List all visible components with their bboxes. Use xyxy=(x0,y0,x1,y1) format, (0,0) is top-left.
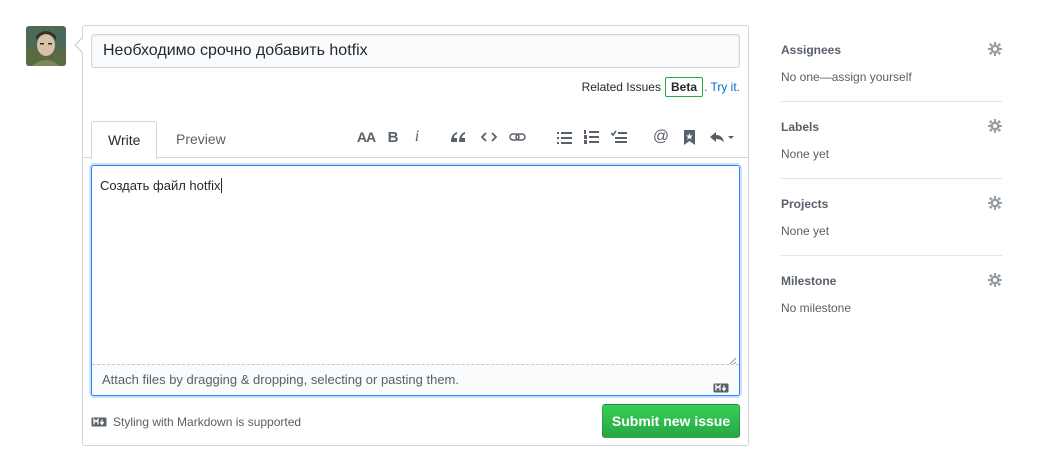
comment-body-textarea[interactable]: Создать файл hotfix xyxy=(92,166,739,364)
italic-glyph: i xyxy=(414,128,420,145)
sidebar-projects: Projects None yet xyxy=(781,179,1002,256)
italic-icon[interactable]: i xyxy=(406,126,428,148)
beta-badge: Beta xyxy=(664,77,703,97)
assignees-title[interactable]: Assignees xyxy=(781,43,841,57)
bold-glyph: B xyxy=(387,128,399,146)
markdown-support-note: Styling with Markdown is supported xyxy=(91,414,301,430)
related-issues: Related Issues Beta . Try it. xyxy=(582,77,740,97)
tab-write[interactable]: Write xyxy=(91,121,158,159)
mention-icon[interactable]: @ xyxy=(650,126,672,148)
issue-sidebar: Assignees No one—assign yourself Labels … xyxy=(781,25,1002,333)
saved-reply-icon[interactable] xyxy=(678,126,700,148)
related-issues-label: Related Issues xyxy=(581,80,661,94)
labels-title[interactable]: Labels xyxy=(781,120,819,134)
attach-files-bar[interactable]: Attach files by dragging & dropping, sel… xyxy=(92,364,739,395)
tab-preview[interactable]: Preview xyxy=(160,121,242,158)
markdown-note-icon xyxy=(91,417,107,427)
ordered-list-icon[interactable] xyxy=(580,126,602,148)
text-size-glyph: AA xyxy=(356,129,376,145)
projects-value: None yet xyxy=(781,224,830,238)
projects-title[interactable]: Projects xyxy=(781,197,828,211)
attach-files-hint: Attach files by dragging & dropping, sel… xyxy=(102,372,459,387)
markdown-icon[interactable] xyxy=(713,374,729,404)
gear-icon[interactable] xyxy=(988,119,1002,136)
submit-new-issue-button[interactable]: Submit new issue xyxy=(602,404,740,438)
bold-icon[interactable]: B xyxy=(382,126,404,148)
labels-value: None yet xyxy=(781,147,830,161)
new-issue-form: Related Issues Beta . Try it. Write Prev… xyxy=(74,25,749,446)
task-list-icon[interactable] xyxy=(608,126,630,148)
sidebar-assignees: Assignees No one—assign yourself xyxy=(781,25,1002,102)
text-caret xyxy=(221,178,223,193)
comment-body-text: Создать файл hotfix xyxy=(100,178,221,193)
code-icon[interactable] xyxy=(478,126,500,148)
reply-dropdown-icon[interactable] xyxy=(707,126,737,148)
quote-icon[interactable] xyxy=(447,126,469,148)
markdown-note-text: Styling with Markdown is supported xyxy=(113,415,302,429)
gear-icon[interactable] xyxy=(988,42,1002,59)
sidebar-milestone: Milestone No milestone xyxy=(781,256,1002,333)
issue-title-input[interactable] xyxy=(91,34,740,68)
user-avatar[interactable] xyxy=(26,26,66,66)
text-size-icon[interactable]: AA xyxy=(354,126,378,148)
assignees-value[interactable]: No one—assign yourself xyxy=(781,70,912,84)
gear-icon[interactable] xyxy=(988,196,1002,213)
try-it-link[interactable]: . Try it. xyxy=(704,80,740,94)
gear-icon[interactable] xyxy=(988,273,1002,290)
milestone-value: No milestone xyxy=(781,301,852,315)
comment-editor[interactable]: Создать файл hotfix Attach files by drag… xyxy=(91,165,740,396)
milestone-title[interactable]: Milestone xyxy=(781,274,836,288)
unordered-list-icon[interactable] xyxy=(553,126,575,148)
link-icon[interactable] xyxy=(506,126,528,148)
mention-glyph: @ xyxy=(652,128,670,145)
speech-arrow-inner xyxy=(76,38,83,52)
sidebar-labels: Labels None yet xyxy=(781,102,1002,179)
